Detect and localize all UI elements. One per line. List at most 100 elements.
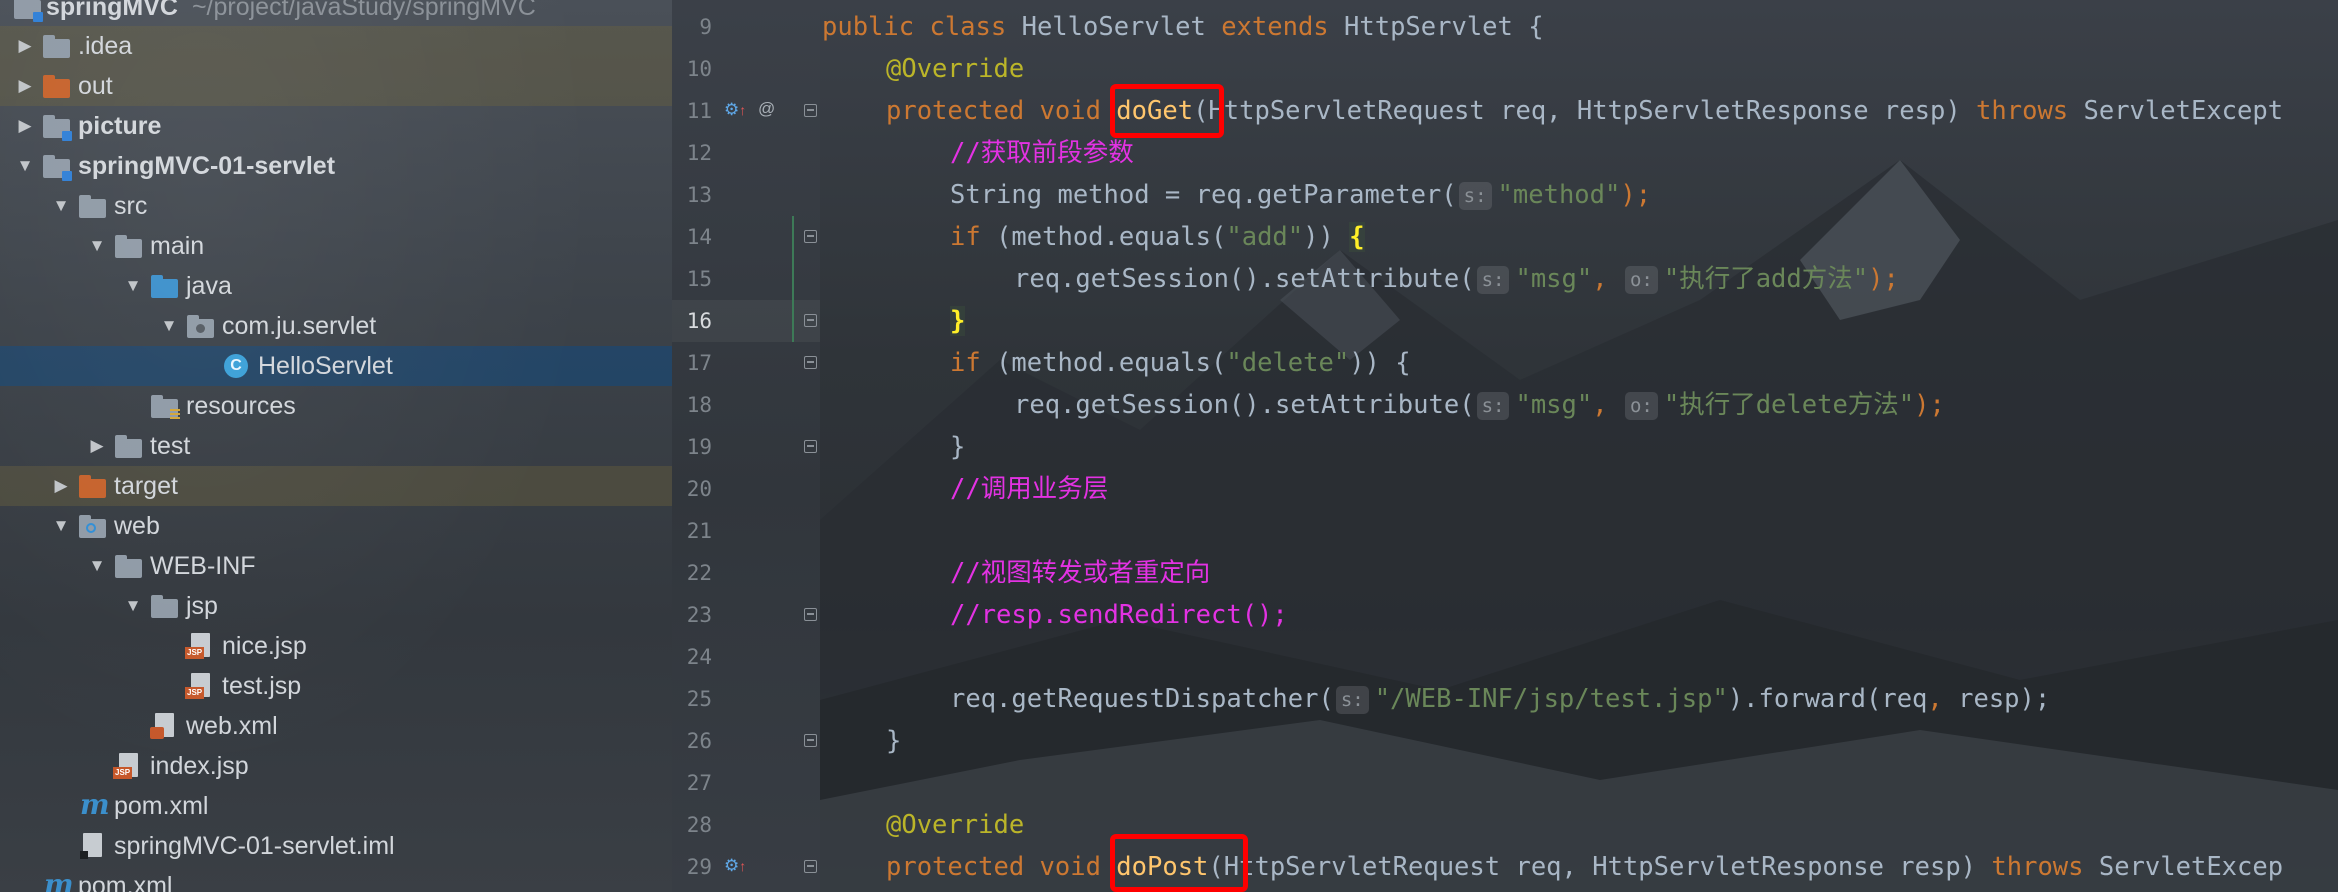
tree-item-picture[interactable]: ▶ picture bbox=[0, 106, 672, 146]
string-literal: "执行了delete方法" bbox=[1663, 390, 1915, 420]
tree-item-pom-xml[interactable]: m pom.xml bbox=[0, 786, 672, 826]
tree-label: WEB-INF bbox=[150, 551, 256, 580]
tree-label: target bbox=[114, 471, 178, 500]
tree-item-springMVC-01-servlet[interactable]: ▼ springMVC-01-servlet bbox=[0, 146, 672, 186]
chevron-down-icon[interactable]: ▼ bbox=[48, 516, 74, 536]
fold-toggle-icon[interactable] bbox=[804, 314, 817, 327]
chevron-down-icon[interactable]: ▼ bbox=[156, 316, 182, 336]
chevron-right-icon[interactable]: ▶ bbox=[48, 476, 74, 496]
fold-toggle-icon[interactable] bbox=[804, 860, 817, 873]
tree-item-resources[interactable]: resources bbox=[0, 386, 672, 426]
tree-label: web bbox=[114, 511, 160, 540]
tree-label: test bbox=[150, 431, 191, 460]
package-icon bbox=[186, 313, 216, 339]
code-line-23: //resp.sendRedirect(); bbox=[950, 594, 1288, 636]
code-text: ServletExcept bbox=[2083, 96, 2284, 126]
tree-item-com-ju-servlet[interactable]: ▼ com.ju.servlet bbox=[0, 306, 672, 346]
line-number: 26 bbox=[686, 729, 712, 753]
chevron-down-icon[interactable]: ▼ bbox=[84, 236, 110, 256]
xml-file-icon bbox=[150, 713, 180, 739]
line-number: 14 bbox=[686, 225, 712, 249]
chevron-down-icon[interactable]: ▼ bbox=[12, 156, 38, 176]
code-editor[interactable]: public class HelloServlet extends HttpSe… bbox=[822, 0, 2338, 892]
chevron-down-icon[interactable]: ▼ bbox=[120, 596, 146, 616]
tree-item-main[interactable]: ▼ main bbox=[0, 226, 672, 266]
tree-label: out bbox=[78, 71, 113, 100]
fold-toggle-icon[interactable] bbox=[804, 356, 817, 369]
keyword: protected void bbox=[886, 852, 1117, 882]
tree-label: pom.xml bbox=[78, 871, 173, 892]
code-text: req.getSession().setAttribute( bbox=[1014, 264, 1475, 294]
tree-item-iml[interactable]: springMVC-01-servlet.iml bbox=[0, 826, 672, 866]
excluded-folder-icon bbox=[78, 473, 108, 499]
string-literal: "msg" bbox=[1515, 390, 1593, 420]
chevron-down-icon[interactable]: ▼ bbox=[120, 276, 146, 296]
class-icon: C bbox=[222, 353, 252, 379]
tree-item-WEB-INF[interactable]: ▼ WEB-INF bbox=[0, 546, 672, 586]
tree-item-root-pom-xml[interactable]: m pom.xml bbox=[0, 866, 672, 892]
keyword: public class bbox=[822, 12, 1022, 42]
code-text: )) bbox=[1303, 222, 1350, 252]
tree-item-idea[interactable]: ▶ .idea bbox=[0, 26, 672, 66]
source-folder-icon bbox=[150, 273, 180, 299]
keyword: if bbox=[950, 348, 997, 378]
fold-toggle-icon[interactable] bbox=[804, 608, 817, 621]
jsp-file-icon: JSP bbox=[185, 673, 216, 699]
project-path: ~/project/javaStudy/springMVC bbox=[191, 0, 536, 21]
tree-item-HelloServlet[interactable]: C HelloServlet bbox=[0, 346, 672, 386]
excluded-folder-icon bbox=[42, 73, 72, 99]
code-line-28: @Override bbox=[886, 804, 1024, 846]
tree-label: .idea bbox=[78, 31, 133, 60]
tree-item-jsp[interactable]: ▼ jsp bbox=[0, 586, 672, 626]
code-text: )) { bbox=[1349, 348, 1411, 378]
parameter-hint: o: bbox=[1624, 392, 1658, 420]
line-number: 22 bbox=[686, 561, 712, 585]
comment: //视图转发或者重定向 bbox=[950, 558, 1211, 588]
fold-toggle-icon[interactable] bbox=[804, 440, 817, 453]
comment: //resp.sendRedirect(); bbox=[950, 600, 1288, 630]
line-number: 9 bbox=[699, 15, 712, 39]
tree-label: test.jsp bbox=[222, 671, 302, 700]
tree-item-web-xml[interactable]: web.xml bbox=[0, 706, 672, 746]
fold-toggle-icon[interactable] bbox=[804, 104, 817, 117]
line-number: 27 bbox=[686, 771, 712, 795]
tree-item-test[interactable]: ▶ test bbox=[0, 426, 672, 466]
fold-toggle-icon[interactable] bbox=[804, 230, 817, 243]
tree-label: main bbox=[150, 231, 205, 260]
code-text: ).forward(req bbox=[1727, 684, 1928, 714]
tree-item-index-jsp[interactable]: JSP index.jsp bbox=[0, 746, 672, 786]
tree-item-src[interactable]: ▼ src bbox=[0, 186, 672, 226]
override-method-icon[interactable]: ⚙↑ bbox=[724, 856, 746, 876]
highlight-box-doPost bbox=[1110, 834, 1248, 892]
annotation-icon[interactable]: @ bbox=[758, 99, 775, 119]
override-method-icon[interactable]: ⚙↑ bbox=[724, 100, 746, 120]
tree-item-web[interactable]: ▼ web bbox=[0, 506, 672, 546]
tree-item-test-jsp[interactable]: JSP test.jsp bbox=[0, 666, 672, 706]
parameter-hint: s: bbox=[1335, 686, 1369, 714]
folder-icon bbox=[114, 553, 144, 579]
code-text: HttpServlet { bbox=[1344, 12, 1544, 42]
chevron-right-icon[interactable]: ▶ bbox=[12, 76, 38, 96]
code-line-11: protected void doGet(HttpServletRequest … bbox=[886, 90, 2283, 132]
line-number: 25 bbox=[686, 687, 712, 711]
code-line-10: @Override bbox=[886, 48, 1024, 90]
line-number: 21 bbox=[686, 519, 712, 543]
tree-root-springMVC[interactable]: springMVC ~/project/javaStudy/springMVC bbox=[0, 0, 672, 27]
chevron-down-icon[interactable]: ▼ bbox=[84, 556, 110, 576]
tree-label: index.jsp bbox=[150, 751, 249, 780]
chevron-right-icon[interactable]: ▶ bbox=[12, 36, 38, 56]
tree-label: src bbox=[114, 191, 148, 220]
tree-item-target[interactable]: ▶ target bbox=[0, 466, 672, 506]
line-number: 29 bbox=[686, 855, 712, 879]
project-name: springMVC bbox=[46, 0, 178, 21]
string-literal: "add" bbox=[1226, 222, 1304, 252]
chevron-down-icon[interactable]: ▼ bbox=[48, 196, 74, 216]
fold-toggle-icon[interactable] bbox=[804, 734, 817, 747]
chevron-right-icon[interactable]: ▶ bbox=[84, 436, 110, 456]
chevron-right-icon[interactable]: ▶ bbox=[12, 116, 38, 136]
line-number: 24 bbox=[686, 645, 712, 669]
code-text: ); bbox=[1914, 390, 1945, 420]
tree-item-java[interactable]: ▼ java bbox=[0, 266, 672, 306]
tree-item-out[interactable]: ▶ out bbox=[0, 66, 672, 106]
tree-item-nice-jsp[interactable]: JSP nice.jsp bbox=[0, 626, 672, 666]
